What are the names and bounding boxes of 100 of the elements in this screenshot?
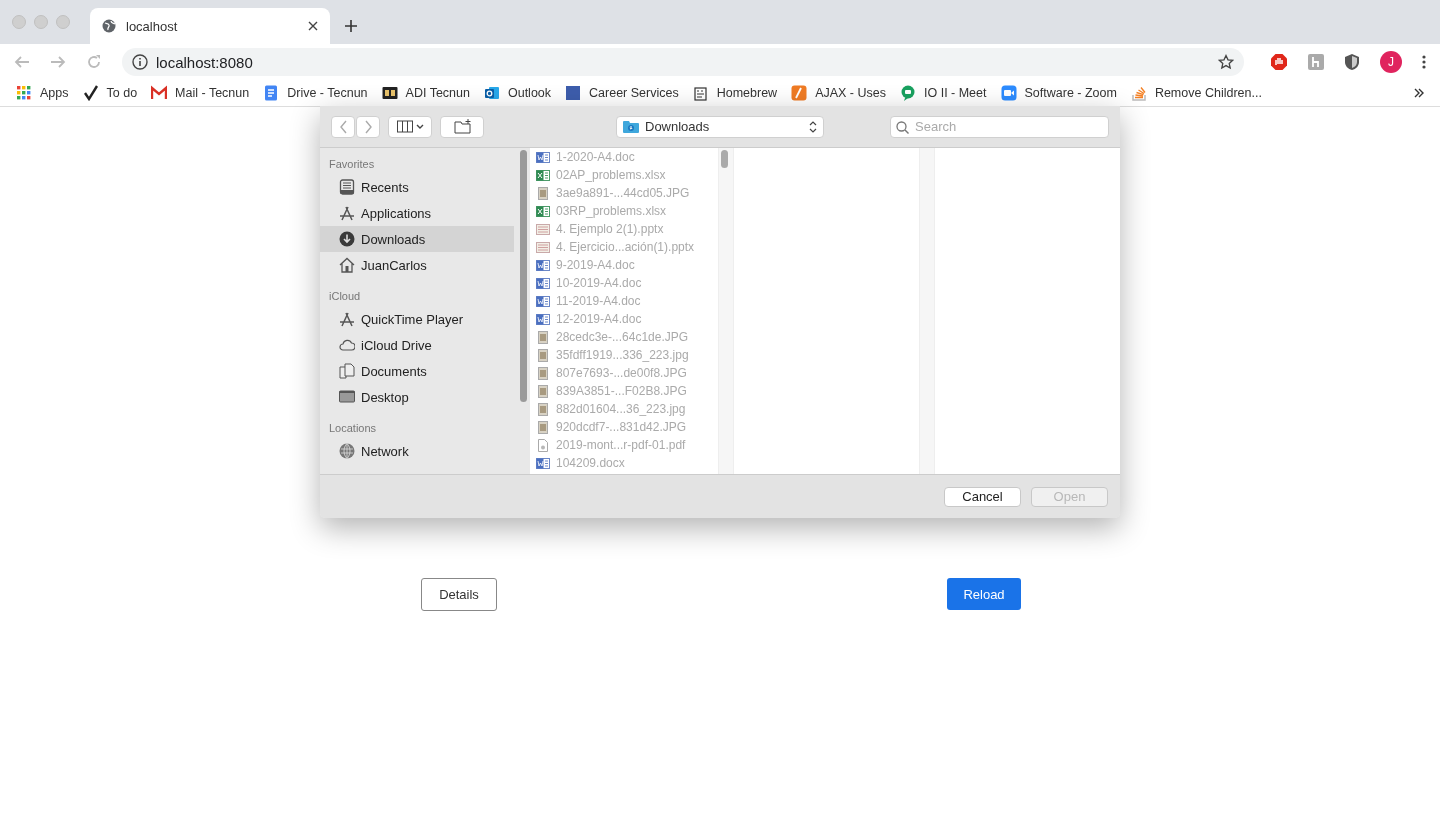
back-icon[interactable]	[14, 54, 30, 70]
search-icon	[896, 120, 909, 134]
window-control[interactable]	[34, 15, 48, 29]
updown-icon	[809, 120, 817, 133]
url-text: localhost:8080	[156, 53, 253, 71]
sidebar-item[interactable]: Desktop	[320, 384, 514, 410]
details-button[interactable]: Details	[421, 578, 497, 611]
new-folder-icon	[453, 119, 471, 134]
a-shape-icon	[339, 311, 355, 327]
browser-tab[interactable]: localhost	[90, 8, 330, 44]
video-camera-icon	[1000, 85, 1017, 101]
sidebar-item[interactable]: Downloads	[320, 226, 514, 252]
document-icon	[263, 85, 280, 101]
scrollbar-thumb[interactable]	[721, 150, 728, 168]
check-icon	[82, 85, 99, 101]
bookmark[interactable]: Mail - Tecnun	[151, 85, 250, 101]
house-icon	[339, 257, 355, 273]
shield-icon[interactable]	[1344, 53, 1360, 71]
image-file-icon	[536, 186, 550, 200]
ajax-icon	[791, 85, 808, 101]
chat-bubble-icon	[900, 85, 916, 101]
image-file-icon	[536, 366, 550, 380]
cancel-button[interactable]: Cancel	[944, 486, 1021, 507]
bookmark[interactable]: AJAX - Uses	[791, 85, 886, 101]
image-file-icon	[536, 384, 550, 398]
bookmark[interactable]: Homebrew	[692, 85, 778, 101]
view-button[interactable]	[388, 115, 432, 138]
documents-icon	[339, 363, 355, 379]
word-document-icon	[536, 456, 550, 470]
sidebar-item[interactable]: Network	[320, 438, 514, 464]
menu-icon[interactable]	[1422, 55, 1426, 69]
info-icon	[132, 54, 148, 70]
view-icon	[396, 120, 413, 133]
mail-app-icon	[483, 85, 500, 101]
presentation-icon	[536, 222, 550, 236]
desktop-icon	[339, 389, 355, 405]
word-document-icon	[536, 312, 550, 326]
section-heading: iCloud	[328, 289, 362, 304]
a-shape-icon	[339, 205, 355, 221]
bookmark[interactable]: Career Services	[565, 85, 679, 101]
section-heading: Locations	[328, 421, 378, 436]
back-button[interactable]	[331, 115, 355, 138]
sidebar-item[interactable]: iCloud Drive	[320, 332, 514, 358]
reload-icon[interactable]	[86, 54, 102, 70]
presentation-icon	[536, 240, 550, 254]
close-icon[interactable]	[308, 21, 318, 31]
bookmark[interactable]: Outlook	[483, 85, 552, 101]
folder-icon	[623, 120, 639, 133]
sidebar-item[interactable]: JuanCarlos	[320, 252, 514, 278]
new-tab-icon[interactable]	[344, 19, 358, 33]
new-folder-button[interactable]	[440, 115, 484, 138]
scrollbar-thumb[interactable]	[520, 150, 527, 402]
image-file-icon	[536, 348, 550, 362]
image-file-icon	[536, 330, 550, 344]
cloud-icon	[339, 337, 355, 353]
window-control[interactable]	[56, 15, 70, 29]
bookmark[interactable]: IO II - Meet	[900, 85, 987, 101]
bookmark[interactable]: Remove Children...	[1130, 85, 1262, 101]
caret-icon	[415, 123, 424, 130]
bookmark[interactable]: Apps	[16, 85, 69, 101]
globe-icon	[102, 19, 116, 33]
sidebar-item[interactable]: Documents	[320, 358, 514, 384]
forward-icon	[363, 119, 373, 134]
square-icon	[565, 85, 582, 101]
bookmark[interactable]: To do	[82, 85, 138, 101]
address-bar[interactable]: localhost:8080	[122, 48, 1244, 76]
search-field[interactable]: Search	[890, 115, 1109, 138]
reload-button[interactable]: Reload	[947, 578, 1021, 610]
image-file-icon	[536, 402, 550, 416]
envelope-icon	[151, 85, 168, 101]
window-control[interactable]	[12, 15, 26, 29]
sidebar-item[interactable]: Recents	[320, 174, 514, 200]
sidebar-item[interactable]: Applications	[320, 200, 514, 226]
image-file-icon	[536, 420, 550, 434]
pdf-file-icon	[536, 438, 550, 452]
spreadsheet-icon	[536, 204, 550, 218]
section-heading: Favorites	[328, 157, 376, 172]
bookmark[interactable]: ADI Tecnun	[381, 85, 470, 101]
download-icon	[339, 231, 355, 247]
star-icon[interactable]	[1218, 54, 1234, 70]
sidebar-item[interactable]: QuickTime Player	[320, 306, 514, 332]
bookmark[interactable]: Drive - Tecnun	[263, 85, 368, 101]
tab-title: localhost	[126, 18, 179, 34]
location-label: Downloads	[645, 119, 710, 134]
bookmark[interactable]: Software - Zoom	[1000, 85, 1117, 101]
forward-button[interactable]	[356, 115, 380, 138]
stack-icon	[1130, 85, 1147, 101]
chevrons-icon[interactable]	[1414, 88, 1424, 98]
back-icon	[338, 119, 348, 134]
globe-icon	[339, 443, 355, 459]
profile-avatar[interactable]: J	[1380, 51, 1402, 73]
tray-icon	[339, 179, 355, 195]
spreadsheet-icon	[536, 168, 550, 182]
grid-icon	[16, 85, 32, 101]
forward-icon[interactable]	[50, 54, 66, 70]
word-document-icon	[536, 258, 550, 272]
extension-icon[interactable]	[1308, 54, 1324, 70]
word-document-icon	[536, 276, 550, 290]
location-dropdown[interactable]: Downloads	[616, 115, 824, 138]
word-document-icon	[536, 294, 550, 308]
